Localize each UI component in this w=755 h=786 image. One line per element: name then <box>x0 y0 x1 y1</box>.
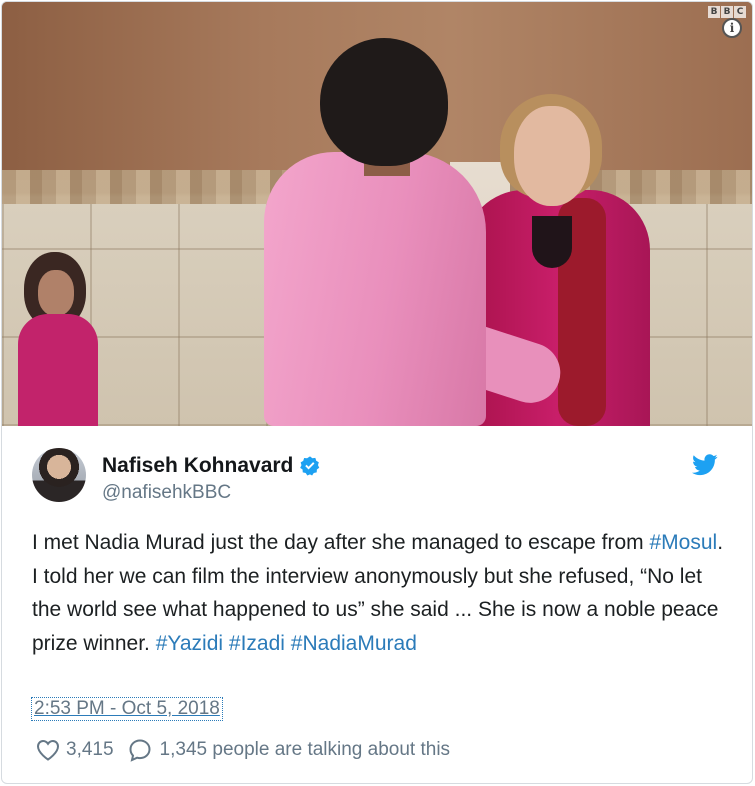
hashtag-link[interactable]: #Izadi <box>229 632 285 655</box>
tweet-timestamp-link[interactable]: 2:53 PM - Oct 5, 2018 <box>31 697 223 721</box>
tweet-header: Nafiseh Kohnavard @nafisehkBBC <box>32 448 722 504</box>
user-handle[interactable]: @nafisehkBBC <box>102 482 231 504</box>
verified-badge-icon <box>300 456 320 476</box>
tweet-actions: 3,415 1,345 people are talking about thi… <box>36 738 450 762</box>
heart-icon[interactable] <box>36 739 60 761</box>
hashtag-link[interactable]: #NadiaMurad <box>291 632 417 655</box>
tweet-media-image[interactable]: B B C i <box>2 2 752 426</box>
embedded-tweet: B B C i Nafiseh Kohnavard @nafisehkBBC I… <box>1 1 753 784</box>
display-name[interactable]: Nafiseh Kohnavard <box>102 454 293 478</box>
talking-about-link[interactable]: 1,345 people are talking about this <box>160 739 451 761</box>
like-count[interactable]: 3,415 <box>66 739 114 761</box>
info-icon[interactable]: i <box>722 18 742 38</box>
tweet-text: I met Nadia Murad just the day after she… <box>32 526 732 660</box>
avatar[interactable] <box>32 448 86 502</box>
hashtag-link[interactable]: #Mosul <box>650 531 718 554</box>
twitter-bird-icon[interactable] <box>692 454 718 476</box>
tweet-text-segment: I met Nadia Murad just the day after she… <box>32 531 650 554</box>
hashtag-link[interactable]: #Yazidi <box>156 632 223 655</box>
comment-bubble-icon[interactable] <box>128 738 152 762</box>
bbc-watermark: B B C <box>708 6 746 18</box>
